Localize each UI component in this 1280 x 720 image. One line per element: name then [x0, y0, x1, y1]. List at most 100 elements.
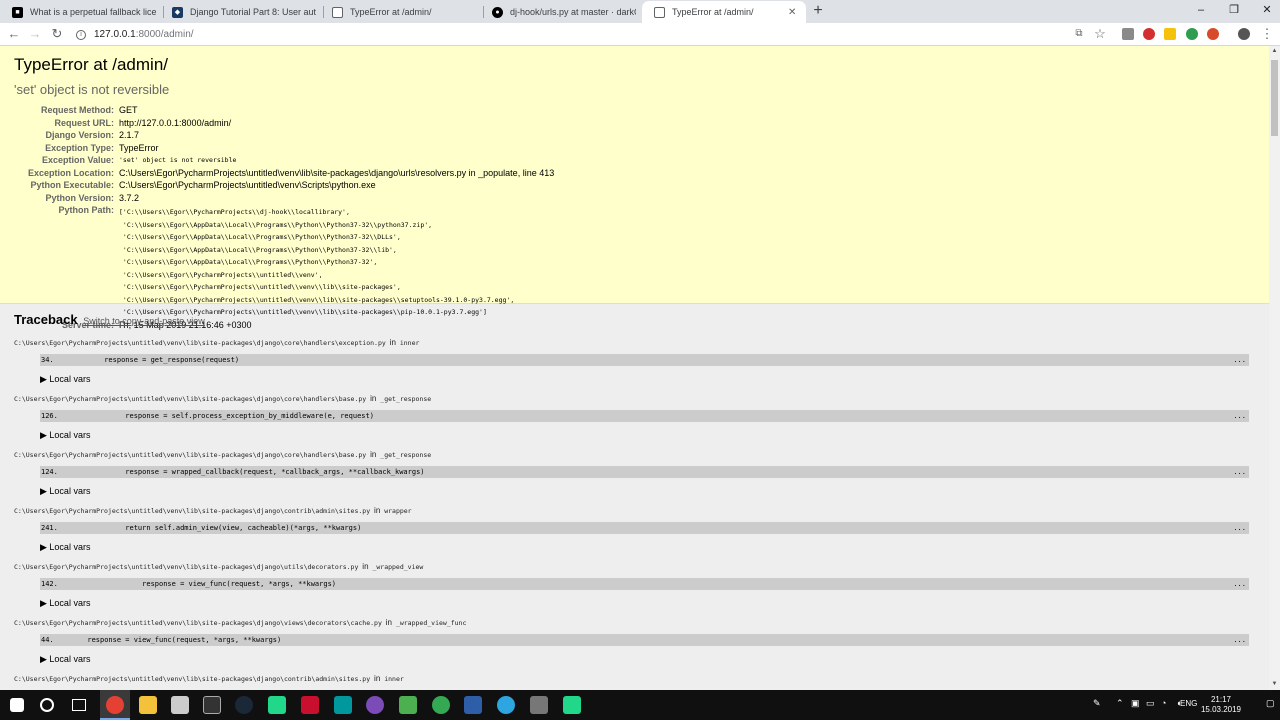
expand-context-button[interactable]: ... [1233, 466, 1246, 478]
url-host: 127.0.0.1 [94, 29, 136, 40]
back-icon[interactable]: ← [6, 26, 22, 42]
tray-app-icon[interactable]: ▣ [1131, 698, 1140, 709]
code-line: 241. return self.admin_view(view, cachea… [41, 524, 362, 532]
traceback-frame: C:\Users\Egor\PycharmProjects\untitled\v… [14, 615, 1255, 671]
extension-icon[interactable] [1122, 28, 1134, 40]
app-icon[interactable] [366, 696, 384, 714]
tab-typeerror-active[interactable]: TypeError at /admin/ ✕ [642, 1, 806, 23]
task-view-icon[interactable] [72, 699, 86, 711]
code-line: 126. response = self.process_exception_b… [41, 412, 374, 420]
info-icon[interactable]: i [76, 29, 86, 40]
powershell-icon[interactable] [464, 696, 482, 714]
chrome-icon[interactable] [106, 696, 124, 714]
frame-file: C:\Users\Egor\PycharmProjects\untitled\v… [14, 675, 371, 683]
tab-mdn[interactable]: ◆ Django Tutorial Part 8: User auth [160, 1, 324, 23]
tray-overflow-icon[interactable]: ⌃ [1116, 698, 1124, 709]
pycharm-icon[interactable] [268, 696, 286, 714]
frame-in: in [370, 394, 377, 403]
error-message: 'set' object is not reversible [14, 82, 170, 97]
file-explorer-icon[interactable] [139, 696, 157, 714]
extension-icon[interactable] [1207, 28, 1219, 40]
expand-context-button[interactable]: ... [1233, 578, 1246, 590]
steam-icon[interactable] [235, 696, 253, 714]
expand-context-button[interactable]: ... [1233, 354, 1246, 366]
context-line[interactable]: 126. response = self.process_exception_b… [40, 410, 1249, 422]
traceback-frame: C:\Users\Egor\PycharmProjects\untitled\v… [14, 559, 1255, 615]
local-vars-toggle[interactable]: ▶ Local vars [40, 374, 90, 385]
local-vars-toggle[interactable]: ▶ Local vars [40, 598, 90, 609]
switch-view-link[interactable]: Switch to copy-and-paste view [83, 316, 205, 326]
forward-icon[interactable]: → [27, 26, 43, 42]
minimize-icon[interactable]: – [1184, 0, 1218, 20]
close-tab-icon[interactable]: ✕ [788, 7, 798, 18]
tab-jetbrains[interactable]: ■ What is a perpetual fallback licen [0, 1, 164, 23]
scroll-up-icon[interactable]: ▲ [1269, 46, 1280, 57]
local-vars-toggle[interactable]: ▶ Local vars [40, 654, 90, 665]
context-line[interactable]: 142. response = view_func(request, *args… [40, 578, 1249, 590]
code-line: 34. response = get_response(request) [41, 356, 240, 364]
context-line[interactable]: 44. response = view_func(request, *args,… [40, 634, 1249, 646]
local-vars-toggle[interactable]: ▶ Local vars [40, 486, 90, 497]
meta-label: Python Version: [45, 192, 114, 203]
frame-file: C:\Users\Egor\PycharmProjects\untitled\v… [14, 507, 371, 515]
exception-location: C:\Users\Egor\PycharmProjects\untitled\v… [119, 167, 555, 178]
frame-function: inner [399, 339, 420, 347]
terminal-icon[interactable] [203, 696, 221, 714]
frame-function: _wrapped_view_func [395, 619, 467, 627]
profile-icon[interactable] [1238, 28, 1250, 40]
app-icon[interactable] [530, 696, 548, 714]
pen-icon[interactable]: ✎ [1093, 698, 1101, 709]
expand-context-button[interactable]: ... [1233, 410, 1246, 422]
jetbrains-app-icon[interactable] [301, 696, 319, 714]
close-window-icon[interactable]: ✕ [1250, 0, 1280, 20]
pycharm-icon[interactable] [563, 696, 581, 714]
code-line: 124. response = wrapped_callback(request… [41, 468, 425, 476]
scroll-thumb[interactable] [1271, 60, 1278, 136]
expand-context-button[interactable]: ... [1233, 522, 1246, 534]
language-indicator[interactable]: ENG [1180, 699, 1197, 708]
battery-icon[interactable]: ▭ [1146, 698, 1155, 709]
extension-icon[interactable] [1164, 28, 1176, 40]
reload-icon[interactable]: ↻ [49, 26, 65, 42]
tab-typeerror-1[interactable]: TypeError at /admin/ [320, 1, 484, 23]
adblock-icon[interactable] [1143, 28, 1155, 40]
notifications-icon[interactable]: ▢ [1266, 698, 1275, 709]
address-bar[interactable]: i 127.0.0.1:8000/admin/ [70, 25, 1118, 44]
app-icon[interactable] [399, 696, 417, 714]
page-icon [654, 6, 665, 18]
app-icon[interactable] [432, 696, 450, 714]
local-vars-toggle[interactable]: ▶ Local vars [40, 430, 90, 441]
store-icon[interactable] [171, 696, 189, 714]
menu-icon[interactable]: ⋮ [1259, 26, 1275, 42]
traceback-frame: C:\Users\Egor\PycharmProjects\untitled\v… [14, 447, 1255, 503]
meta-label: Exception Location: [27, 167, 114, 178]
network-icon[interactable]: ◔ [1161, 698, 1166, 708]
meta-label: Request URL: [54, 117, 114, 128]
taskbar-clock[interactable]: 21:17 15.03.2019 [1200, 695, 1242, 715]
arduino-icon[interactable] [334, 696, 352, 714]
expand-context-button[interactable]: ... [1233, 634, 1246, 646]
frame-file: C:\Users\Egor\PycharmProjects\untitled\v… [14, 619, 382, 627]
shield-icon[interactable] [1186, 28, 1198, 40]
search-icon[interactable] [40, 698, 54, 712]
context-line[interactable]: 124. response = wrapped_callback(request… [40, 466, 1249, 478]
scroll-down-icon[interactable]: ▼ [1269, 679, 1280, 690]
context-line[interactable]: 34. response = get_response(request)... [40, 354, 1249, 366]
bookmark-star-icon[interactable]: ☆ [1092, 26, 1108, 42]
translate-icon[interactable]: ⧉ [1071, 26, 1087, 42]
exception-type: TypeError [119, 142, 159, 153]
vertical-scrollbar[interactable]: ▲ ▼ [1269, 46, 1280, 690]
local-vars-toggle[interactable]: ▶ Local vars [40, 542, 90, 553]
frame-location: C:\Users\Egor\PycharmProjects\untitled\v… [14, 391, 1255, 403]
maximize-icon[interactable]: ❐ [1217, 0, 1251, 20]
traceback-title: Traceback [14, 312, 78, 327]
frame-in: in [374, 674, 381, 683]
tab-github[interactable]: ● dj-hook/urls.py at master · darkO [480, 1, 644, 23]
telegram-icon[interactable] [497, 696, 515, 714]
meta-label: Request Method: [41, 105, 114, 115]
frame-function: _wrapped_view [372, 563, 424, 571]
windows-start-icon[interactable] [10, 698, 24, 712]
new-tab-button[interactable]: + [810, 2, 826, 20]
frame-function: inner [384, 675, 404, 683]
context-line[interactable]: 241. return self.admin_view(view, cachea… [40, 522, 1249, 534]
